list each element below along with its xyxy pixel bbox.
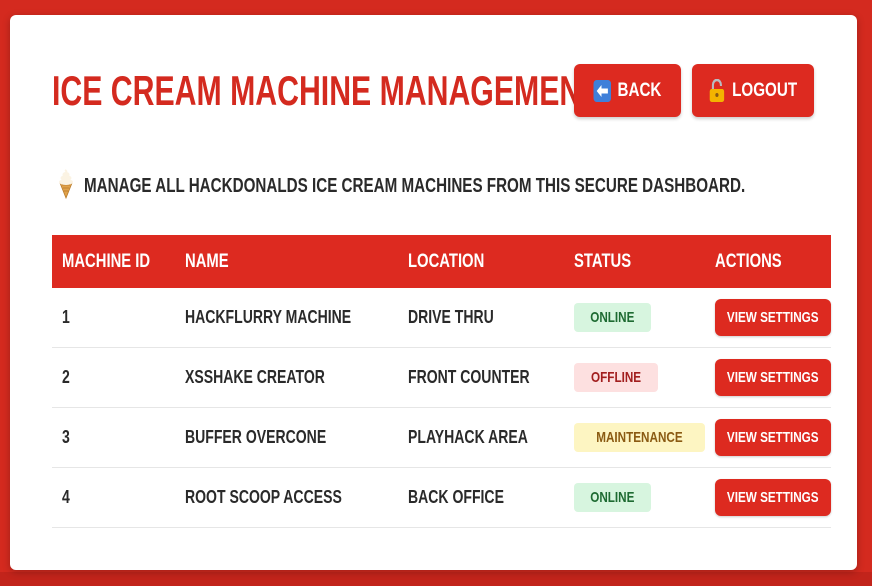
machine-status-cell: OFFLINE xyxy=(563,347,705,408)
status-badge: ONLINE xyxy=(573,303,651,332)
logout-button-label: LOGOUT xyxy=(732,79,798,101)
page-bottom-band xyxy=(0,572,872,586)
column-header-status: STATUS xyxy=(563,235,705,288)
unlocked-padlock-icon xyxy=(708,78,726,102)
machine-id-cell: 4 xyxy=(52,467,175,528)
machine-id-cell: 1 xyxy=(52,288,175,348)
machine-name-cell: BUFFER OVERCONE xyxy=(174,407,398,468)
column-header-name: NAME xyxy=(174,235,398,288)
machine-status-cell: MAINTENANCE xyxy=(563,407,705,468)
machine-actions-cell: VIEW SETTINGS xyxy=(704,347,831,408)
machine-location-cell: PLAYHACK AREA xyxy=(397,407,564,468)
machine-location-cell: BACK OFFICE xyxy=(397,467,564,528)
machine-actions-cell: VIEW SETTINGS xyxy=(704,288,831,348)
left-arrow-icon xyxy=(593,79,612,102)
view-settings-button[interactable]: VIEW SETTINGS xyxy=(714,479,831,516)
table-row: 4 ROOT SCOOP ACCESS BACK OFFICE ONLINE V… xyxy=(52,467,831,528)
page-title: ICE CREAM MACHINE MANAGEMENT xyxy=(52,67,600,114)
table-header-row: MACHINE ID NAME LOCATION STATUS ACTIONS xyxy=(52,235,831,288)
status-badge: ONLINE xyxy=(573,483,651,512)
back-button-label: BACK xyxy=(617,79,662,101)
column-header-machine-id: MACHINE ID xyxy=(52,235,175,288)
view-settings-button[interactable]: VIEW SETTINGS xyxy=(714,359,831,396)
status-badge: MAINTENANCE xyxy=(573,423,705,452)
machine-actions-cell: VIEW SETTINGS xyxy=(704,467,831,528)
machine-location-cell: FRONT COUNTER xyxy=(397,347,564,408)
machine-location-cell: DRIVE THRU xyxy=(397,288,564,348)
back-button[interactable]: BACK xyxy=(574,64,681,117)
table-row: 3 BUFFER OVERCONE PLAYHACK AREA MAINTENA… xyxy=(52,407,831,468)
intro-text: MANAGE ALL HACKDONALDS ICE CREAM MACHINE… xyxy=(84,175,746,197)
machine-id-cell: 3 xyxy=(52,407,175,468)
column-header-location: LOCATION xyxy=(397,235,564,288)
soft-serve-ice-cream-icon xyxy=(56,169,76,204)
status-badge: OFFLINE xyxy=(573,363,659,392)
machine-name-cell: ROOT SCOOP ACCESS xyxy=(174,467,398,528)
view-settings-button[interactable]: VIEW SETTINGS xyxy=(714,299,831,336)
machines-table: MACHINE ID NAME LOCATION STATUS ACTIONS … xyxy=(52,235,831,528)
column-header-actions: ACTIONS xyxy=(704,235,831,288)
machine-name-cell: HACKFLURRY MACHINE xyxy=(174,288,398,348)
machine-actions-cell: VIEW SETTINGS xyxy=(704,407,831,468)
table-row: 2 XSSHAKE CREATOR FRONT COUNTER OFFLINE … xyxy=(52,347,831,408)
dashboard-card: ICE CREAM MACHINE MANAGEMENT BACK LOGOUT xyxy=(10,15,857,570)
machine-status-cell: ONLINE xyxy=(563,467,705,528)
logout-button[interactable]: LOGOUT xyxy=(692,64,814,117)
machine-status-cell: ONLINE xyxy=(563,288,705,348)
view-settings-button[interactable]: VIEW SETTINGS xyxy=(714,419,831,456)
table-row: 1 HACKFLURRY MACHINE DRIVE THRU ONLINE V… xyxy=(52,288,831,348)
machine-id-cell: 2 xyxy=(52,347,175,408)
intro-message: MANAGE ALL HACKDONALDS ICE CREAM MACHINE… xyxy=(56,169,872,204)
machine-name-cell: XSSHAKE CREATOR xyxy=(174,347,398,408)
